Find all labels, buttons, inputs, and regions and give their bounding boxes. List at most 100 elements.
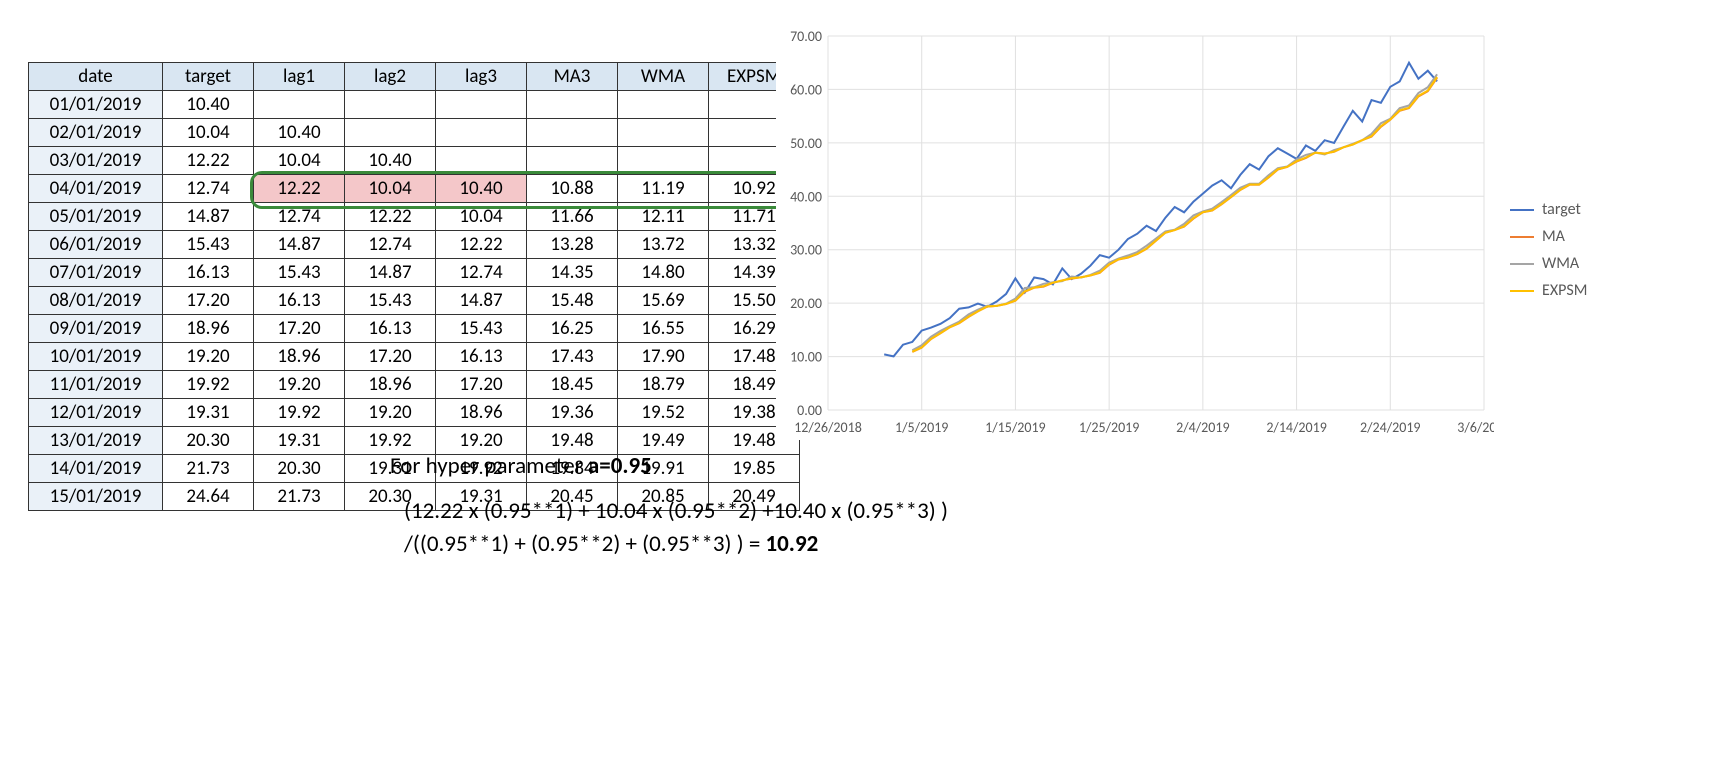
cell-value: 19.36 bbox=[527, 399, 618, 427]
legend-swatch-icon bbox=[1510, 209, 1534, 211]
cell-value: 18.96 bbox=[254, 343, 345, 371]
cell-value: 21.73 bbox=[254, 483, 345, 511]
table-header-date: date bbox=[29, 63, 163, 91]
legend-label: target bbox=[1542, 200, 1581, 219]
cell-date: 01/01/2019 bbox=[29, 91, 163, 119]
table-row: 04/01/201912.7412.2210.0410.4010.8811.19… bbox=[29, 175, 800, 203]
cell-date: 15/01/2019 bbox=[29, 483, 163, 511]
table-header-target: target bbox=[163, 63, 254, 91]
cell-value: 20.30 bbox=[254, 455, 345, 483]
cell-value bbox=[618, 147, 709, 175]
cell-value: 17.20 bbox=[345, 343, 436, 371]
table-header-lag1: lag1 bbox=[254, 63, 345, 91]
y-tick-label: 40.00 bbox=[790, 188, 822, 205]
cell-value bbox=[618, 91, 709, 119]
cell-value: 17.90 bbox=[618, 343, 709, 371]
cell-value: 10.04 bbox=[436, 203, 527, 231]
cell-value: 14.87 bbox=[345, 259, 436, 287]
cell-value: 24.64 bbox=[163, 483, 254, 511]
table-row: 05/01/201914.8712.7412.2210.0411.6612.11… bbox=[29, 203, 800, 231]
legend-label: EXPSM bbox=[1542, 281, 1587, 300]
x-tick-label: 3/6/2019 bbox=[1457, 419, 1494, 436]
table-row: 10/01/201919.2018.9617.2016.1317.4317.90… bbox=[29, 343, 800, 371]
cell-date: 11/01/2019 bbox=[29, 371, 163, 399]
cell-value: 17.43 bbox=[527, 343, 618, 371]
x-tick-label: 1/5/2019 bbox=[895, 419, 948, 436]
cell-value: 15.48 bbox=[527, 287, 618, 315]
cell-value: 19.20 bbox=[163, 343, 254, 371]
legend-item-wma: WMA bbox=[1510, 254, 1587, 273]
cell-value: 19.92 bbox=[345, 427, 436, 455]
cell-value: 18.79 bbox=[618, 371, 709, 399]
legend-swatch-icon bbox=[1510, 236, 1534, 238]
cell-value: 10.88 bbox=[527, 175, 618, 203]
legend-item-expsm: EXPSM bbox=[1510, 281, 1587, 300]
cell-value: 12.74 bbox=[436, 259, 527, 287]
cell-value: 18.96 bbox=[163, 315, 254, 343]
cell-date: 12/01/2019 bbox=[29, 399, 163, 427]
cell-value bbox=[345, 91, 436, 119]
y-tick-label: 0.00 bbox=[797, 402, 822, 419]
cell-date: 02/01/2019 bbox=[29, 119, 163, 147]
series-line-ma bbox=[912, 78, 1437, 352]
cell-value: 14.87 bbox=[436, 287, 527, 315]
cell-value: 12.74 bbox=[254, 203, 345, 231]
cell-value: 19.31 bbox=[163, 399, 254, 427]
legend-label: WMA bbox=[1542, 254, 1579, 273]
cell-value: 11.19 bbox=[618, 175, 709, 203]
x-tick-label: 2/14/2019 bbox=[1266, 419, 1326, 436]
cell-value: 13.72 bbox=[618, 231, 709, 259]
cell-value: 10.04 bbox=[254, 147, 345, 175]
cell-value: 19.20 bbox=[254, 371, 345, 399]
cell-value: 10.40 bbox=[254, 119, 345, 147]
table-header-wma: WMA bbox=[618, 63, 709, 91]
formula-line-2-text: /((0.95**1) + (0.95**2) + (0.95**3) ) = bbox=[404, 530, 765, 558]
legend-label: MA bbox=[1542, 227, 1565, 246]
cell-value: 18.96 bbox=[345, 371, 436, 399]
table-header-ma3: MA3 bbox=[527, 63, 618, 91]
cell-date: 05/01/2019 bbox=[29, 203, 163, 231]
data-table-wrap: datetargetlag1lag2lag3MA3WMAEXPSM01/01/2… bbox=[28, 62, 800, 511]
cell-date: 06/01/2019 bbox=[29, 231, 163, 259]
data-table: datetargetlag1lag2lag3MA3WMAEXPSM01/01/2… bbox=[28, 62, 800, 511]
cell-value: 19.20 bbox=[345, 399, 436, 427]
y-tick-label: 50.00 bbox=[790, 135, 822, 152]
table-row: 09/01/201918.9617.2016.1315.4316.2516.55… bbox=[29, 315, 800, 343]
cell-value: 17.20 bbox=[163, 287, 254, 315]
cell-date: 03/01/2019 bbox=[29, 147, 163, 175]
cell-date: 04/01/2019 bbox=[29, 175, 163, 203]
cell-value: 19.49 bbox=[618, 427, 709, 455]
cell-value: 12.74 bbox=[163, 175, 254, 203]
cell-value: 15.43 bbox=[436, 315, 527, 343]
cell-value: 19.31 bbox=[254, 427, 345, 455]
y-tick-label: 10.00 bbox=[790, 349, 822, 366]
hyperparam-caption: For hyper parameter a=0.95 bbox=[390, 452, 652, 480]
cell-value: 16.13 bbox=[163, 259, 254, 287]
cell-value: 10.40 bbox=[436, 175, 527, 203]
cell-value: 12.22 bbox=[345, 203, 436, 231]
cell-value: 18.45 bbox=[527, 371, 618, 399]
cell-value: 19.20 bbox=[436, 427, 527, 455]
cell-value bbox=[436, 147, 527, 175]
cell-value: 12.74 bbox=[345, 231, 436, 259]
table-row: 07/01/201916.1315.4314.8712.7414.3514.80… bbox=[29, 259, 800, 287]
formula-line-2: /((0.95**1) + (0.95**2) + (0.95**3) ) = … bbox=[404, 530, 818, 558]
cell-value: 12.22 bbox=[254, 175, 345, 203]
table-row: 11/01/201919.9219.2018.9617.2018.4518.79… bbox=[29, 371, 800, 399]
cell-value: 20.30 bbox=[163, 427, 254, 455]
cell-value: 11.66 bbox=[527, 203, 618, 231]
series-line-target bbox=[884, 63, 1437, 357]
cell-value: 16.55 bbox=[618, 315, 709, 343]
table-row: 08/01/201917.2016.1315.4314.8715.4815.69… bbox=[29, 287, 800, 315]
cell-value bbox=[527, 119, 618, 147]
cell-value bbox=[527, 147, 618, 175]
cell-date: 13/01/2019 bbox=[29, 427, 163, 455]
cell-value: 17.20 bbox=[436, 371, 527, 399]
y-tick-label: 30.00 bbox=[790, 242, 822, 259]
legend-swatch-icon bbox=[1510, 290, 1534, 292]
cell-date: 08/01/2019 bbox=[29, 287, 163, 315]
cell-value: 14.35 bbox=[527, 259, 618, 287]
cell-date: 09/01/2019 bbox=[29, 315, 163, 343]
cell-date: 10/01/2019 bbox=[29, 343, 163, 371]
hyperparam-value: a=0.95 bbox=[588, 452, 652, 480]
